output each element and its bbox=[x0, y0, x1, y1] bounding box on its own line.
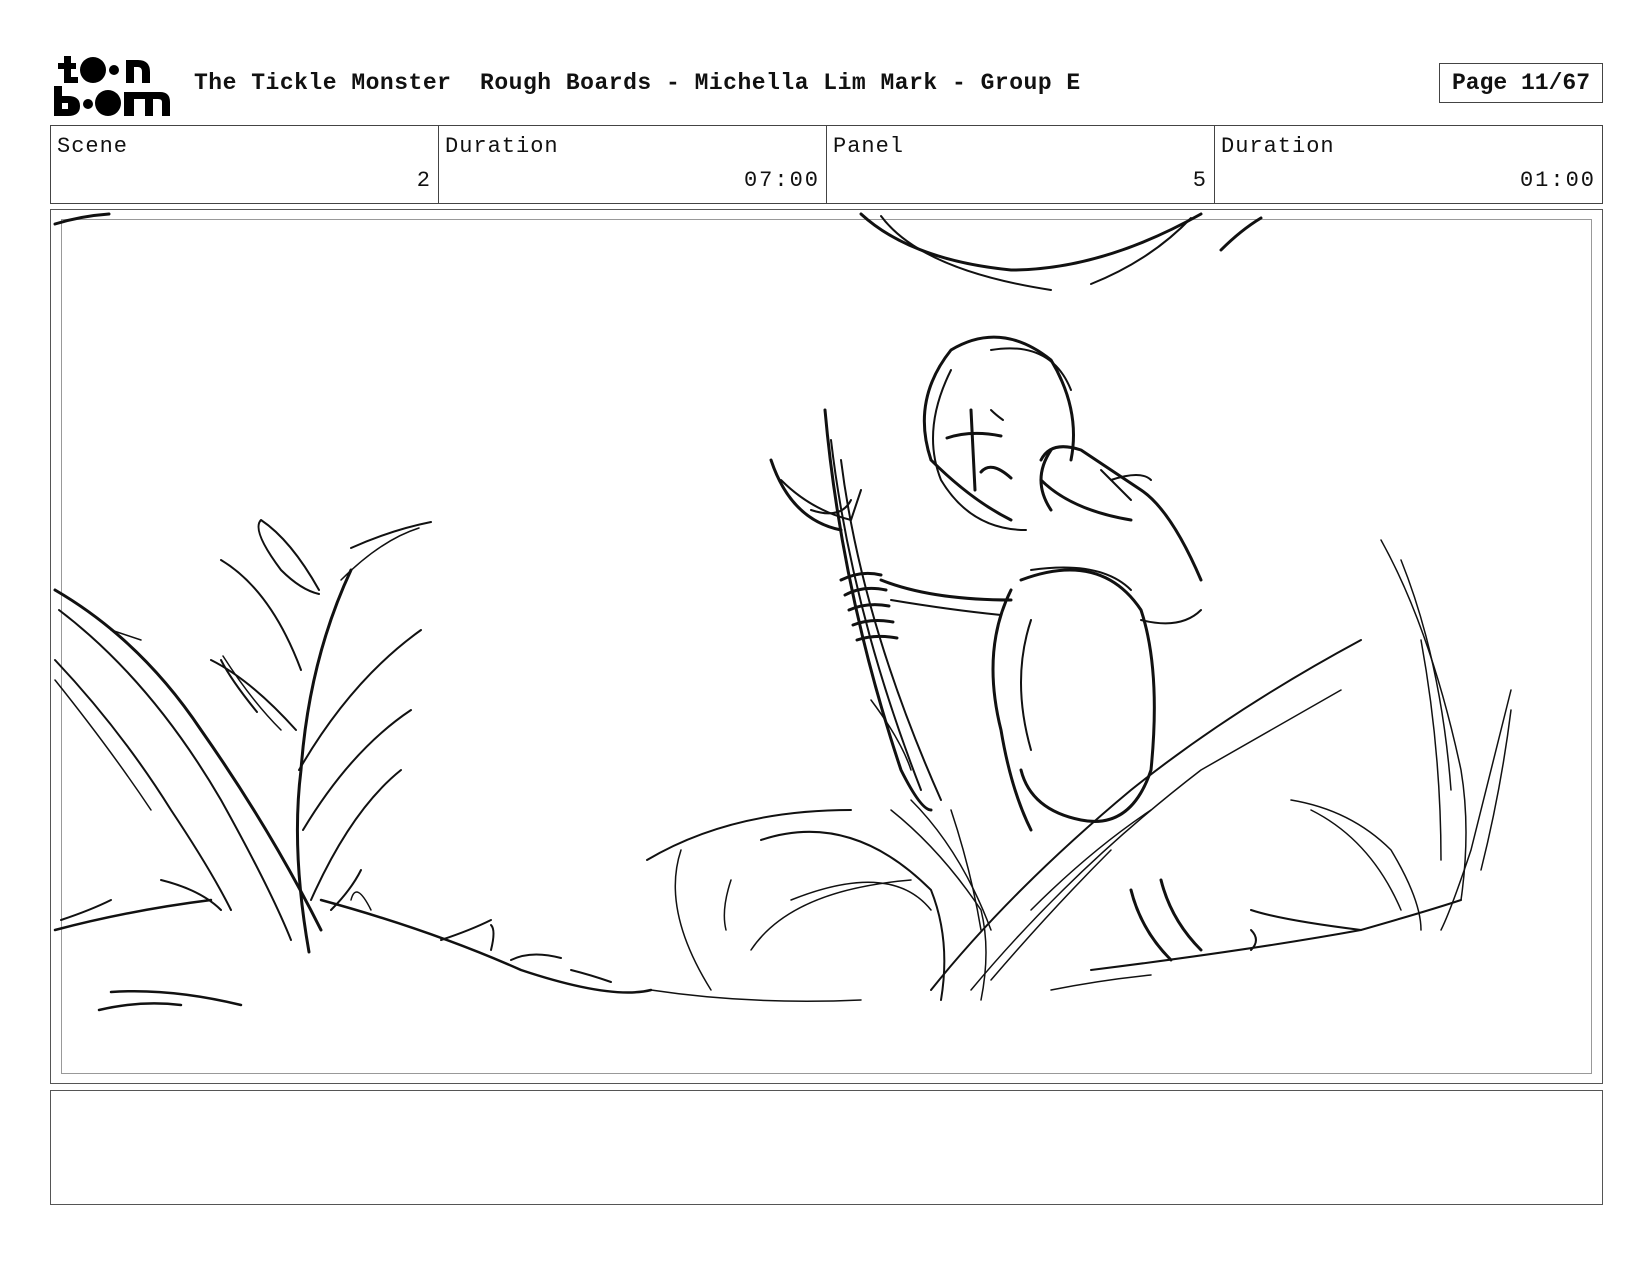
page-number: Page 11/67 bbox=[1439, 63, 1603, 103]
board-title: The Tickle Monster Rough Boards - Michel… bbox=[194, 70, 1081, 96]
panel-duration-value: 01:00 bbox=[1519, 168, 1596, 193]
panel-sketch bbox=[53, 212, 1512, 1012]
scene-duration-label: Duration bbox=[445, 134, 559, 159]
scene-value: 2 bbox=[416, 168, 432, 193]
panel-duration-label: Duration bbox=[1221, 134, 1335, 159]
panel-notes bbox=[50, 1090, 1603, 1205]
panel-label: Panel bbox=[833, 134, 905, 159]
storyboard-panel bbox=[50, 209, 1603, 1084]
info-table: Scene 2 Duration 07:00 Panel 5 Duration … bbox=[50, 125, 1603, 204]
scene-duration-cell: Duration 07:00 bbox=[439, 126, 827, 203]
scene-label: Scene bbox=[57, 134, 129, 159]
panel-cell: Panel 5 bbox=[827, 126, 1215, 203]
toon-boom-logo: toon boom bbox=[52, 52, 172, 118]
scene-duration-value: 07:00 bbox=[743, 168, 820, 193]
panel-duration-cell: Duration 01:00 bbox=[1215, 126, 1602, 203]
scene-cell: Scene 2 bbox=[51, 126, 439, 203]
panel-value: 5 bbox=[1192, 168, 1208, 193]
